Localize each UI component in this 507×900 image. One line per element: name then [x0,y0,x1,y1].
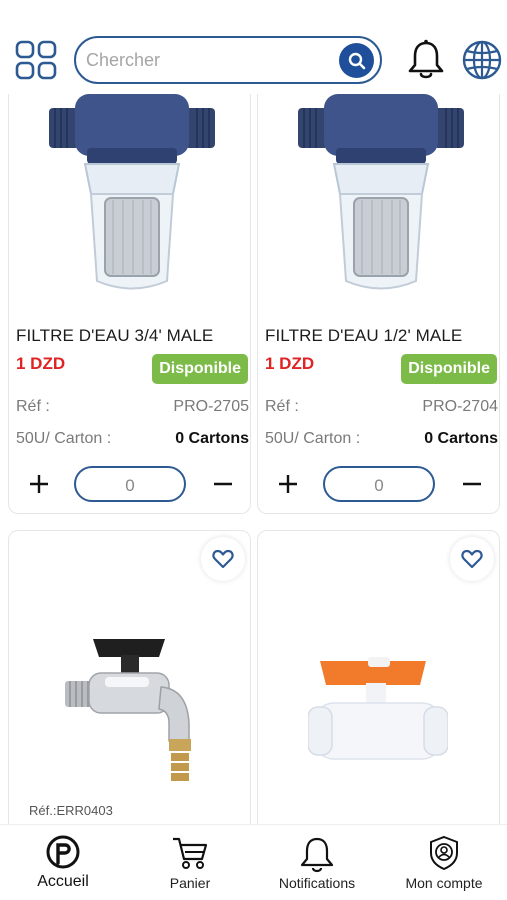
top-bar [0,0,507,94]
minus-icon [463,482,481,486]
bottom-navigation: Accueil Panier Notifications Mon compte [0,824,507,900]
increase-quantity-button[interactable] [27,472,51,496]
home-logo-icon [46,835,80,869]
plus-icon [30,475,48,493]
search-bar [74,36,382,84]
favorite-button[interactable] [450,537,494,581]
nav-item-notifications[interactable]: Notifications [254,825,380,900]
reference-label: Réf : [16,398,50,415]
language-button[interactable] [461,39,503,81]
plus-icon [279,475,297,493]
water-filter-image [49,94,215,290]
carton-label: 50U/ Carton : [16,430,112,447]
reference-text: Réf.:ERR0403 [29,803,113,818]
heart-icon [212,549,234,569]
nav-item-accueil[interactable]: Accueil [0,825,126,900]
product-card[interactable]: FILTRE D'EAU 1/2' MALE 1 DZD Disponible … [257,78,500,514]
carton-value: 0 Cartons [424,430,498,447]
grid-icon [15,40,57,80]
faucet-image [65,639,191,781]
product-price: 1 DZD [265,354,315,373]
nav-item-panier[interactable]: Panier [127,825,253,900]
carton-label: 50U/ Carton : [265,430,361,447]
decrease-quantity-button[interactable] [211,472,235,496]
minus-icon [214,482,232,486]
increase-quantity-button[interactable] [276,472,300,496]
availability-badge: Disponible [152,354,248,384]
product-card[interactable] [257,530,500,850]
availability-badge: Disponible [401,354,497,384]
reference-value: PRO-2704 [422,398,498,415]
search-input[interactable] [86,48,326,72]
reference-value: PRO-2705 [173,398,249,415]
notifications-button[interactable] [406,38,446,82]
bell-icon [300,837,334,873]
reference-label: Réf : [265,398,299,415]
search-button[interactable] [339,43,374,78]
quantity-input[interactable]: 0 [323,466,435,502]
nav-item-mon-compte[interactable]: Mon compte [381,825,507,900]
search-icon [348,52,365,69]
product-price: 1 DZD [16,354,66,373]
nav-label: Mon compte [405,875,483,891]
product-card[interactable]: Réf.:ERR0403 [8,530,251,850]
account-icon [430,835,458,871]
cart-icon [173,837,208,869]
water-filter-image [298,94,464,290]
heart-icon [461,549,483,569]
ball-valve-image [308,657,448,760]
quantity-input[interactable]: 0 [74,466,186,502]
nav-label: Accueil [37,873,89,890]
product-name: FILTRE D'EAU 3/4' MALE [16,326,214,345]
grid-menu-button[interactable] [15,40,57,80]
product-name: FILTRE D'EAU 1/2' MALE [265,326,463,345]
decrease-quantity-button[interactable] [460,472,484,496]
favorite-button[interactable] [201,537,245,581]
nav-label: Panier [169,875,211,891]
globe-icon [462,40,502,80]
bell-icon [408,39,444,79]
nav-label: Notifications [278,875,356,891]
carton-value: 0 Cartons [175,430,249,447]
product-card[interactable]: FILTRE D'EAU 3/4' MALE 1 DZD Disponible … [8,78,251,514]
